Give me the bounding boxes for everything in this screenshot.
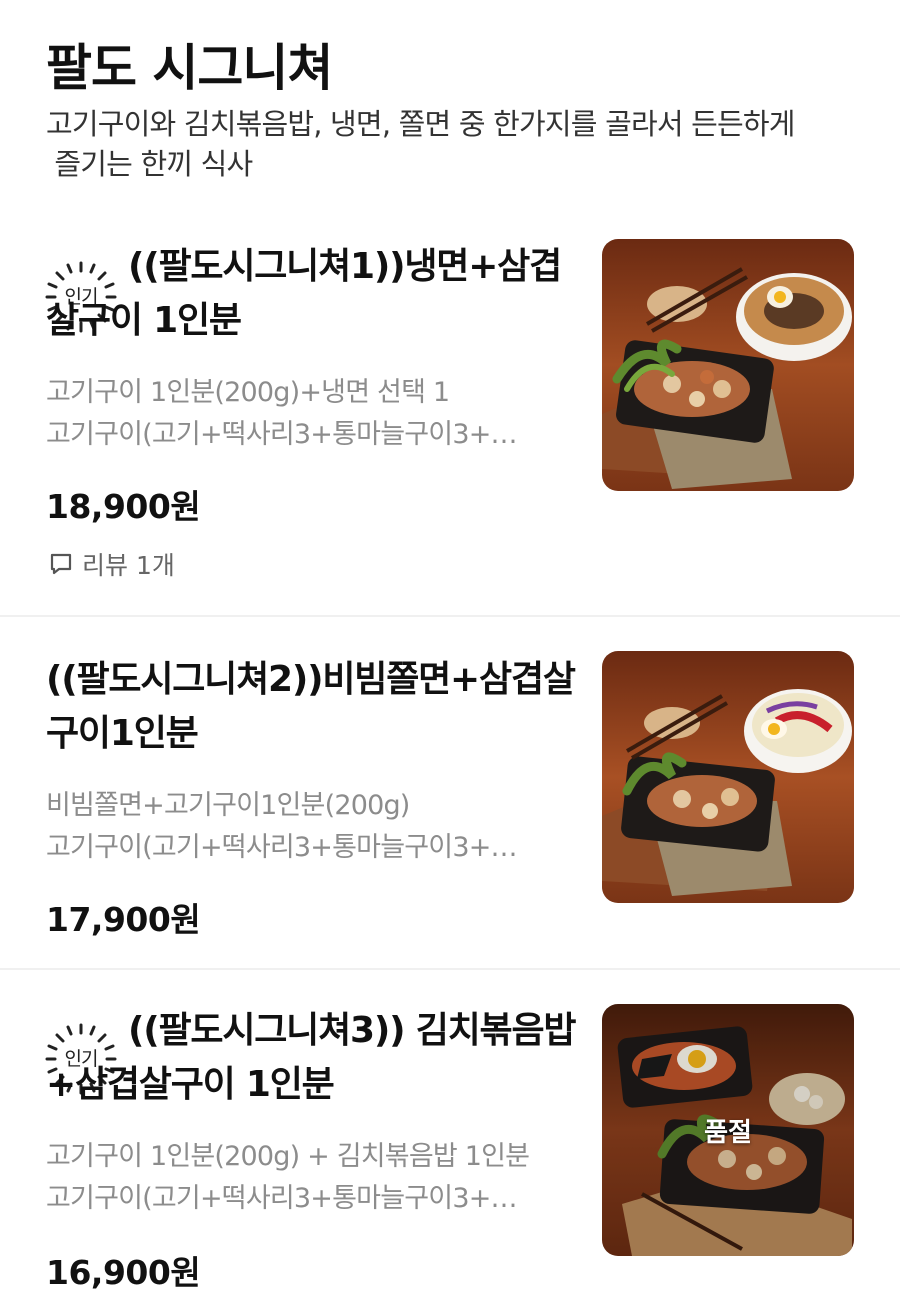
item-description: 고기구이 1인분(200g)+냉면 선택 1 고기구이(고기+떡사리3+통마늘구… [46,372,566,456]
soldout-label: 품절 [704,1117,752,1148]
review-count: 리뷰 1개 [82,551,175,580]
item-photo [602,651,854,903]
section-title: 팔도 시그니쳐 [46,39,333,97]
item-name: ((팔도시그니쳐1))냉면+삼겹살구이 1인분 [46,240,576,348]
item-description-line: 고기구이(고기+떡사리3+통마늘구이3+… [46,419,518,450]
item-description: 고기구이 1인분(200g) + 김치볶음밥 1인분 고기구이(고기+떡사리3+… [46,1136,566,1220]
item-description-line: 고기구이(고기+떡사리3+통마늘구이3+… [46,1183,518,1214]
menu-item-3[interactable]: 인기 ((팔도시그니쳐3)) 김치볶음밥+삼겹살구이 1인분 고기구이 1인분(… [0,970,900,1309]
review-link[interactable]: 리뷰 1개 [48,546,175,582]
item-photo: 품절 [602,1004,854,1256]
speech-bubble-icon [50,553,72,575]
naengmyeon-samgyeopsal-photo [602,239,854,491]
menu-item-1[interactable]: 인기 ((팔도시그니쳐1))냉면+삼겹살구이 1인분 고기구이 1인분(200g… [0,220,900,617]
item-price: 17,900원 [46,900,201,939]
item-name-text: ((팔도시그니쳐3)) 김치볶음밥+삼겹살구이 1인분 [46,1010,577,1105]
section-description-line: 고기구이와 김치볶음밥, 냉면, 쫄면 중 한가지를 골라서 든든하게 [46,107,795,141]
section-description-line: 즐기는 한끼 식사 [46,147,253,181]
item-description: 비빔쫄면+고기구이1인분(200g) 고기구이(고기+떡사리3+통마늘구이3+… [46,785,566,869]
item-name-text: ((팔도시그니쳐1))냉면+삼겹살구이 1인분 [46,246,562,341]
item-name: ((팔도시그니쳐2))비빔쫄면+삼겹살구이1인분 [46,653,576,761]
item-description-line: 비빔쫄면+고기구이1인분(200g) [46,790,410,821]
section-description: 고기구이와 김치볶음밥, 냉면, 쫄면 중 한가지를 골라서 든든하게 즐기는 … [46,104,866,184]
item-photo [602,239,854,491]
item-name: ((팔도시그니쳐3)) 김치볶음밥+삼겹살구이 1인분 [46,1004,577,1112]
item-price: 16,900원 [46,1253,201,1292]
item-price: 18,900원 [46,487,201,526]
item-description-line: 고기구이 1인분(200g)+냉면 선택 1 [46,377,450,408]
item-name-text: ((팔도시그니쳐2))비빔쫄면+삼겹살구이1인분 [46,659,576,754]
menu-item-2[interactable]: ((팔도시그니쳐2))비빔쫄면+삼겹살구이1인분 비빔쫄면+고기구이1인분(20… [0,617,900,970]
jjolmyeon-samgyeopsal-photo [602,651,854,903]
item-description-line: 고기구이(고기+떡사리3+통마늘구이3+… [46,832,518,863]
item-description-line: 고기구이 1인분(200g) + 김치볶음밥 1인분 [46,1141,530,1172]
